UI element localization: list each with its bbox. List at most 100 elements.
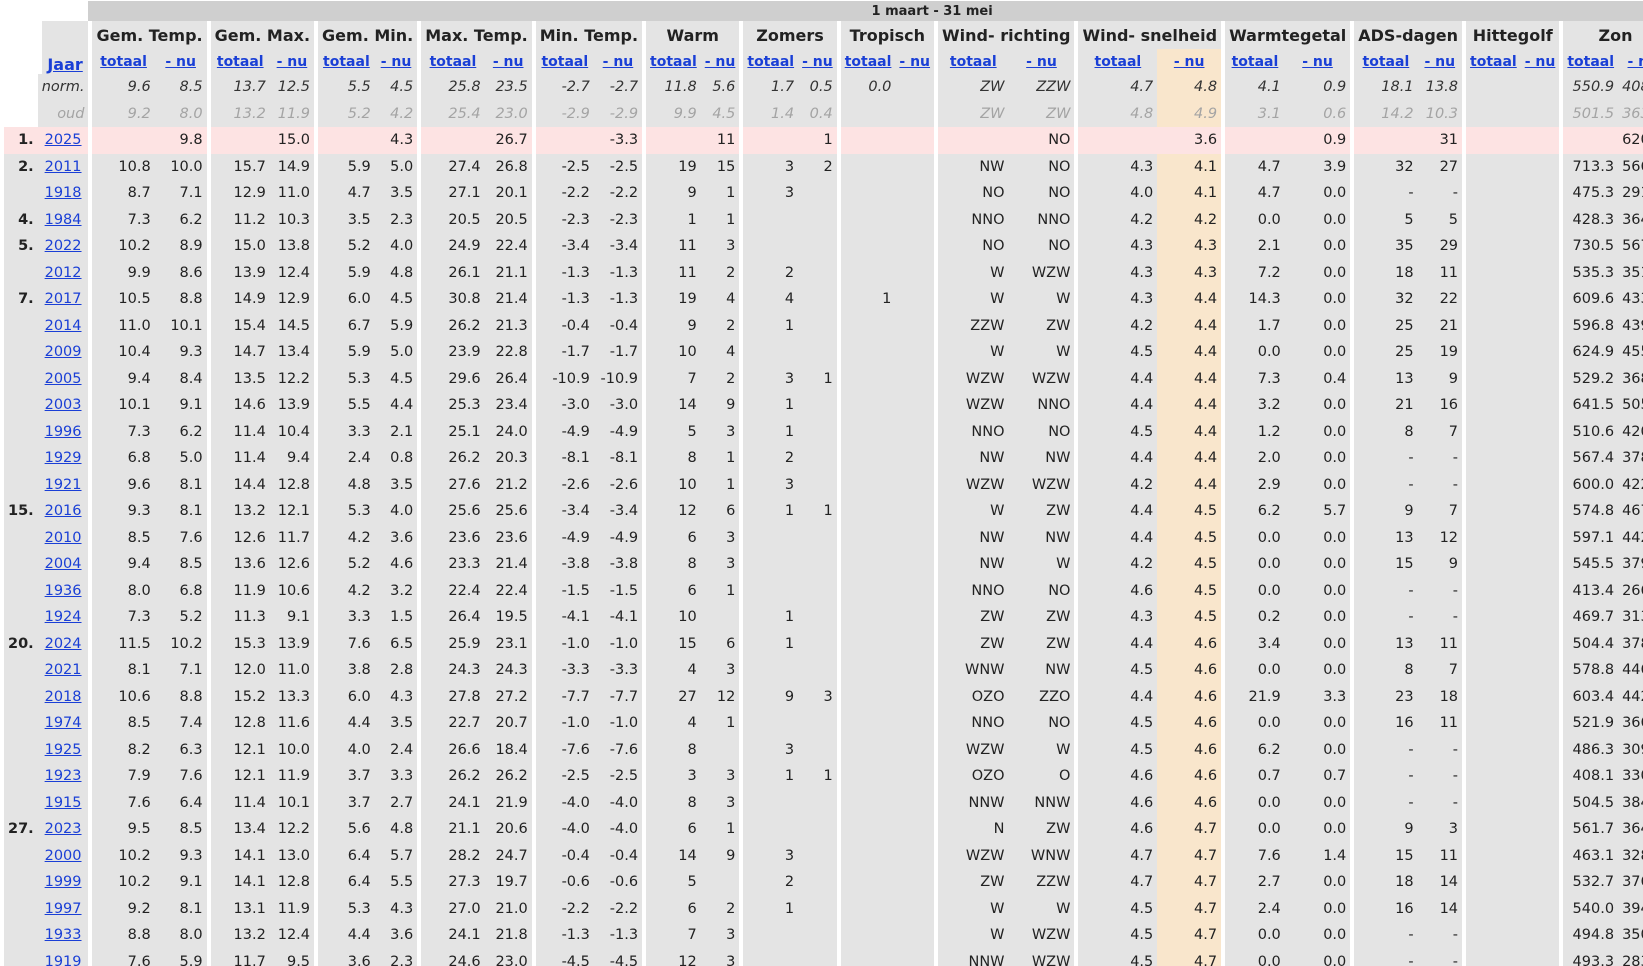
value-cell xyxy=(895,922,935,949)
value-cell: 4.4 xyxy=(1157,286,1222,313)
year-cell[interactable]: 2014 xyxy=(37,312,89,339)
sort-total-link[interactable]: totaal xyxy=(1232,54,1279,70)
year-link[interactable]: 2004 xyxy=(45,556,82,572)
value-cell: 2 xyxy=(739,259,799,286)
year-cell[interactable]: 2003 xyxy=(37,392,89,419)
year-link[interactable]: 2000 xyxy=(45,848,82,864)
year-link[interactable]: 2012 xyxy=(45,265,82,281)
year-cell[interactable]: 1997 xyxy=(37,895,89,922)
year-link[interactable]: 1921 xyxy=(45,477,82,493)
sort-total-link[interactable]: totaal xyxy=(217,54,264,70)
sort-total-link[interactable]: totaal xyxy=(1095,54,1142,70)
year-cell[interactable]: 1923 xyxy=(37,763,89,790)
sort-total-link[interactable]: totaal xyxy=(430,54,477,70)
year-cell[interactable]: 2022 xyxy=(37,233,89,260)
year-link[interactable]: 2003 xyxy=(45,397,82,413)
year-link[interactable]: 1933 xyxy=(45,927,82,943)
year-header[interactable]: Jaar xyxy=(37,21,89,74)
year-link[interactable]: 2011 xyxy=(45,159,82,175)
year-cell[interactable]: 1919 xyxy=(37,948,89,966)
year-cell[interactable]: 1996 xyxy=(37,418,89,445)
sort-total-link[interactable]: totaal xyxy=(1567,54,1614,70)
year-cell[interactable]: 1999 xyxy=(37,869,89,896)
year-link[interactable]: 2021 xyxy=(45,662,82,678)
year-link[interactable]: 2009 xyxy=(45,344,82,360)
sort-sofar-link[interactable]: - nu xyxy=(1424,54,1455,70)
year-cell[interactable]: 1925 xyxy=(37,736,89,763)
year-cell[interactable]: 2024 xyxy=(37,630,89,657)
year-cell[interactable]: 1974 xyxy=(37,710,89,737)
sort-sofar-link[interactable]: - nu xyxy=(493,54,524,70)
year-link[interactable]: 1925 xyxy=(45,742,82,758)
year-link[interactable]: 1974 xyxy=(45,715,82,731)
year-link[interactable]: 1915 xyxy=(45,795,82,811)
sort-sofar-link[interactable]: - nu xyxy=(603,54,634,70)
sort-total-link[interactable]: totaal xyxy=(323,54,370,70)
year-link[interactable]: 1999 xyxy=(45,874,82,890)
year-cell[interactable]: 1929 xyxy=(37,445,89,472)
sort-total-link[interactable]: totaal xyxy=(747,54,794,70)
year-link[interactable]: 1919 xyxy=(45,954,82,966)
year-cell[interactable]: 1936 xyxy=(37,577,89,604)
year-cell[interactable]: 2012 xyxy=(37,259,89,286)
year-cell[interactable]: 2009 xyxy=(37,339,89,366)
sort-sofar-link[interactable]: - nu xyxy=(1628,54,1643,70)
sort-total-link[interactable]: totaal xyxy=(950,54,997,70)
year-link[interactable]: 1923 xyxy=(45,768,82,784)
sort-total-link[interactable]: totaal xyxy=(845,54,892,70)
year-cell[interactable]: 2004 xyxy=(37,551,89,578)
year-cell[interactable]: 2005 xyxy=(37,365,89,392)
sort-total-link[interactable]: totaal xyxy=(541,54,588,70)
year-link[interactable]: 1924 xyxy=(45,609,82,625)
sort-sofar-link[interactable]: - nu xyxy=(381,54,412,70)
year-link[interactable]: 1984 xyxy=(45,212,82,228)
year-cell[interactable]: 1918 xyxy=(37,180,89,207)
year-link[interactable]: 1918 xyxy=(45,185,82,201)
sort-sofar-link[interactable]: - nu xyxy=(277,54,308,70)
year-cell[interactable]: 2016 xyxy=(37,498,89,525)
sort-total-link[interactable]: totaal xyxy=(1470,54,1517,70)
year-sort-link[interactable]: Jaar xyxy=(47,55,82,74)
year-link[interactable]: 2005 xyxy=(45,371,82,387)
sort-sofar-link[interactable]: - nu xyxy=(1174,54,1205,70)
year-link[interactable]: 2023 xyxy=(45,821,82,837)
year-cell[interactable]: 1984 xyxy=(37,206,89,233)
year-link[interactable]: 1996 xyxy=(45,424,82,440)
year-link[interactable]: 2024 xyxy=(45,636,82,652)
sort-total-link[interactable]: totaal xyxy=(650,54,697,70)
value-cell: 1 xyxy=(700,577,740,604)
year-cell[interactable]: 2010 xyxy=(37,524,89,551)
value-cell xyxy=(739,922,799,949)
year-link[interactable]: 2016 xyxy=(45,503,82,519)
year-cell[interactable]: 1933 xyxy=(37,922,89,949)
year-cell[interactable]: 1924 xyxy=(37,604,89,631)
sort-sofar-link[interactable]: - nu xyxy=(899,54,930,70)
sort-sofar-link[interactable]: - nu xyxy=(165,54,196,70)
year-link[interactable]: 2017 xyxy=(45,291,82,307)
year-link[interactable]: 2018 xyxy=(45,689,82,705)
sort-total-link[interactable]: totaal xyxy=(1363,54,1410,70)
year-cell[interactable]: 2000 xyxy=(37,842,89,869)
year-link[interactable]: 2025 xyxy=(45,132,82,148)
year-link[interactable]: 1936 xyxy=(45,583,82,599)
sort-sofar-link[interactable]: - nu xyxy=(802,54,833,70)
year-link[interactable]: 1929 xyxy=(45,450,82,466)
year-cell[interactable]: 2011 xyxy=(37,153,89,180)
year-cell[interactable]: 1921 xyxy=(37,471,89,498)
sort-sofar-link[interactable]: - nu xyxy=(1302,54,1333,70)
year-cell[interactable]: 2023 xyxy=(37,816,89,843)
year-cell[interactable]: 2021 xyxy=(37,657,89,684)
year-cell[interactable]: 2017 xyxy=(37,286,89,313)
year-link[interactable]: 2022 xyxy=(45,238,82,254)
subheader-row: totaal - nu totaal - nu totaal - nu totaal - nu… xyxy=(4,49,1643,74)
sort-sofar-link[interactable]: - nu xyxy=(705,54,736,70)
sort-sofar-link[interactable]: - nu xyxy=(1026,54,1057,70)
year-link[interactable]: 2010 xyxy=(45,530,82,546)
year-cell[interactable]: 2025 xyxy=(37,127,89,154)
year-cell[interactable]: 1915 xyxy=(37,789,89,816)
year-link[interactable]: 2014 xyxy=(45,318,82,334)
year-cell[interactable]: 2018 xyxy=(37,683,89,710)
sort-total-link[interactable]: totaal xyxy=(100,54,147,70)
year-link[interactable]: 1997 xyxy=(45,901,82,917)
sort-sofar-link[interactable]: - nu xyxy=(1525,54,1556,70)
